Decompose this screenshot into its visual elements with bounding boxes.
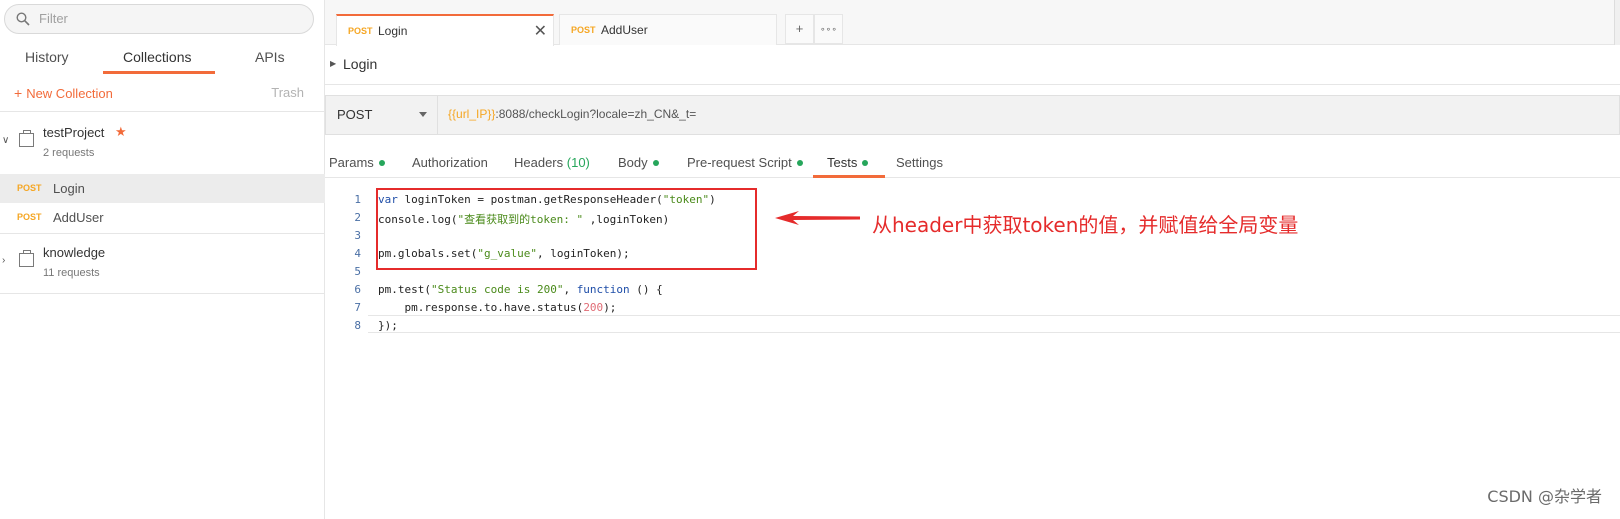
- annotation-text: 从header中获取token的值，并赋值给全局变量: [872, 213, 1299, 237]
- filter-input[interactable]: [39, 11, 299, 26]
- line-number: 6: [354, 283, 361, 296]
- folder-icon: [19, 250, 34, 267]
- request-name-row: ▶ Login: [325, 45, 1620, 85]
- close-icon[interactable]: ✕: [534, 21, 547, 41]
- line-number: 5: [354, 265, 361, 278]
- plus-icon: +: [14, 85, 23, 101]
- method-badge: POST: [348, 26, 373, 36]
- filter-field[interactable]: [4, 4, 314, 34]
- tab-tests[interactable]: Tests: [827, 155, 869, 170]
- line-number: 2: [354, 211, 361, 224]
- code-line-7: pm.response.to.have.status(200);: [378, 301, 617, 314]
- tab-settings[interactable]: Settings: [896, 155, 943, 170]
- request-tab-login[interactable]: POST Login ✕: [336, 14, 554, 46]
- divider: [0, 233, 325, 234]
- tab-body-label: Body: [618, 155, 648, 170]
- line-gutter: 1 2 3 4 5 6 7 8: [325, 189, 368, 519]
- star-icon[interactable]: ★: [115, 124, 127, 140]
- annotation-highlight-box: [376, 188, 757, 270]
- line-number: 8: [354, 319, 361, 332]
- collection-name: knowledge: [43, 245, 106, 260]
- collection-testproject[interactable]: ∨ testProject ★ 2 requests: [0, 115, 325, 171]
- sidebar-request-adduser[interactable]: POST AddUser: [0, 203, 325, 232]
- collection-knowledge[interactable]: › knowledge 11 requests: [0, 235, 325, 291]
- code-line-8: });: [378, 319, 398, 332]
- tab-label: AddUser: [601, 23, 648, 37]
- add-tab-button[interactable]: +: [785, 14, 814, 44]
- tab-collections[interactable]: Collections: [123, 49, 191, 65]
- sidebar: History Collections APIs +New Collection…: [0, 0, 325, 519]
- tab-tests-label: Tests: [827, 155, 858, 170]
- chevron-down-icon: [419, 112, 427, 117]
- request-tab-bar: POST Login ✕ POST AddUser + ∘∘∘: [325, 0, 1620, 46]
- code-line-6: pm.test("Status code is 200", function (…: [378, 283, 663, 296]
- annotation-arrow: [775, 211, 860, 225]
- url-bar: POST {{url_IP}}:8088/checkLogin?locale=z…: [325, 95, 1620, 135]
- sidebar-tabs: History Collections APIs: [0, 45, 325, 75]
- method-value: POST: [337, 107, 373, 122]
- sidebar-request-login[interactable]: POST Login: [0, 174, 325, 203]
- status-dot: [862, 160, 869, 166]
- status-dot: [378, 160, 385, 166]
- request-tab-adduser[interactable]: POST AddUser: [559, 14, 777, 45]
- search-icon: [16, 12, 30, 26]
- method-badge: POST: [17, 183, 42, 193]
- tab-headers[interactable]: Headers (10): [514, 155, 590, 170]
- tab-body[interactable]: Body: [618, 155, 659, 170]
- collection-count: 11 requests: [43, 267, 100, 279]
- divider: [0, 111, 325, 112]
- status-dot: [796, 160, 803, 166]
- headers-count: (10): [566, 155, 590, 170]
- url-variable: {{url_IP}}: [448, 107, 496, 121]
- url-path: :8088/checkLogin?locale=zh_CN&_t=: [495, 107, 697, 121]
- current-line-highlight: [368, 315, 1620, 333]
- request-subtabs: Params Authorization Headers (10) Body P…: [325, 145, 1620, 178]
- tab-headers-label: Headers: [514, 155, 564, 170]
- panel-edge: [1614, 0, 1620, 45]
- collection-name: testProject: [43, 125, 105, 140]
- line-number: 7: [354, 301, 361, 314]
- tab-history[interactable]: History: [25, 49, 69, 65]
- tab-params-label: Params: [329, 155, 374, 170]
- method-badge: POST: [571, 25, 596, 35]
- chevron-down-icon[interactable]: ∨: [2, 135, 9, 146]
- method-badge: POST: [17, 212, 42, 222]
- trash-button[interactable]: Trash: [271, 85, 304, 100]
- request-name: Login: [53, 181, 85, 196]
- request-name: AddUser: [53, 210, 104, 225]
- active-tab-indicator: [103, 71, 215, 74]
- tab-apis[interactable]: APIs: [255, 49, 285, 65]
- line-number: 4: [354, 247, 361, 260]
- chevron-right-icon[interactable]: ›: [2, 255, 5, 266]
- line-number: 1: [354, 193, 361, 206]
- tab-label: Login: [378, 24, 408, 38]
- more-tabs-button[interactable]: ∘∘∘: [814, 14, 843, 44]
- active-subtab-indicator: [813, 175, 885, 178]
- url-input[interactable]: {{url_IP}}:8088/checkLogin?locale=zh_CN&…: [448, 107, 696, 121]
- watermark: CSDN @杂学者: [1487, 487, 1602, 506]
- folder-icon: [19, 130, 34, 147]
- request-title: Login: [343, 56, 378, 72]
- method-select[interactable]: POST: [326, 96, 438, 134]
- tab-prerequest-label: Pre-request Script: [687, 155, 792, 170]
- tab-prerequest-script[interactable]: Pre-request Script: [687, 155, 803, 170]
- tab-authorization[interactable]: Authorization: [412, 155, 488, 170]
- new-collection-button[interactable]: + New Collection: [14, 85, 113, 101]
- status-dot: [652, 160, 659, 166]
- new-collection-label: New Collection: [26, 86, 113, 101]
- line-number: 3: [354, 229, 361, 242]
- tab-params[interactable]: Params: [329, 155, 385, 170]
- collection-count: 2 requests: [43, 147, 95, 159]
- caret-right-icon[interactable]: ▶: [330, 59, 336, 68]
- divider: [0, 293, 325, 294]
